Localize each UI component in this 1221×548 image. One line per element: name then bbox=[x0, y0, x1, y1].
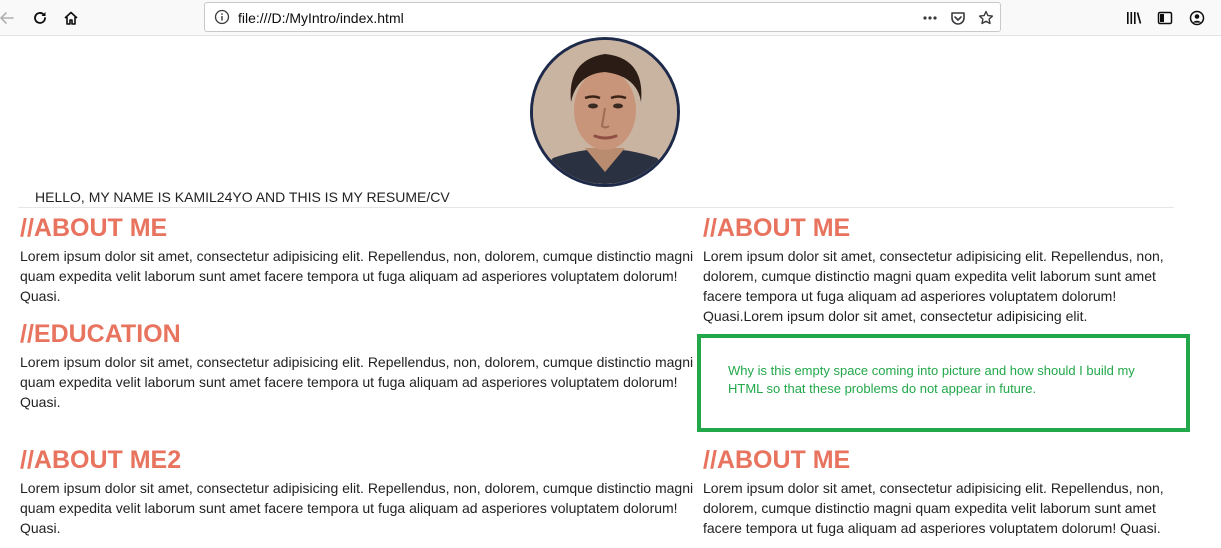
section-heading: //EDUCATION bbox=[20, 320, 181, 348]
left-section-about2: //ABOUT ME2 Lorem ipsum dolor sit amet, … bbox=[20, 445, 705, 538]
right-section-about: //ABOUT ME Lorem ipsum dolor sit amet, c… bbox=[703, 213, 1175, 326]
divider bbox=[18, 207, 1174, 208]
left-section-education: //EDUCATION Lorem ipsum dolor sit amet, … bbox=[20, 319, 705, 412]
sidebar-icon bbox=[1157, 11, 1173, 25]
browser-toolbar: file:///D:/MyIntro/index.html bbox=[0, 0, 1221, 36]
library-button[interactable] bbox=[1122, 6, 1146, 30]
section-body: Lorem ipsum dolor sit amet, consectetur … bbox=[703, 480, 1164, 536]
page-content: HELLO, MY NAME IS KAMIL24YO AND THIS IS … bbox=[0, 37, 1221, 548]
account-icon bbox=[1189, 10, 1205, 26]
ellipsis-icon bbox=[923, 16, 937, 20]
account-button[interactable] bbox=[1185, 6, 1209, 30]
back-button[interactable] bbox=[0, 6, 18, 30]
address-bar[interactable]: file:///D:/MyIntro/index.html bbox=[204, 2, 1001, 32]
reload-icon bbox=[34, 12, 46, 24]
arrow-left-icon bbox=[0, 12, 14, 24]
reload-button[interactable] bbox=[28, 6, 52, 30]
section-heading: //ABOUT ME2 bbox=[20, 446, 182, 474]
annotation-text: Why is this empty space coming into pict… bbox=[728, 363, 1135, 396]
home-icon bbox=[64, 11, 78, 25]
section-heading: //ABOUT ME bbox=[703, 214, 851, 242]
left-section-about: //ABOUT ME Lorem ipsum dolor sit amet, c… bbox=[20, 213, 705, 306]
pocket-button[interactable] bbox=[948, 8, 968, 28]
home-button[interactable] bbox=[59, 6, 83, 30]
section-heading: //ABOUT ME bbox=[20, 214, 168, 242]
section-body: Lorem ipsum dolor sit amet, consectetur … bbox=[20, 354, 694, 410]
right-section-about-2: //ABOUT ME Lorem ipsum dolor sit amet, c… bbox=[703, 445, 1175, 538]
bookmark-button[interactable] bbox=[976, 8, 996, 28]
info-icon[interactable] bbox=[214, 9, 230, 25]
star-icon bbox=[978, 10, 994, 25]
section-body: Lorem ipsum dolor sit amet, consectetur … bbox=[20, 248, 694, 304]
page-actions-button[interactable] bbox=[920, 8, 940, 28]
library-icon bbox=[1127, 12, 1142, 24]
url-text[interactable]: file:///D:/MyIntro/index.html bbox=[238, 10, 404, 26]
section-body: Lorem ipsum dolor sit amet, consectetur … bbox=[703, 248, 1164, 324]
pocket-icon bbox=[951, 12, 965, 25]
annotation-box: Why is this empty space coming into pict… bbox=[697, 334, 1190, 432]
profile-photo bbox=[530, 37, 680, 187]
section-body: Lorem ipsum dolor sit amet, consectetur … bbox=[20, 480, 694, 536]
sidebar-button[interactable] bbox=[1153, 6, 1177, 30]
section-heading: //ABOUT ME bbox=[703, 446, 851, 474]
intro-text: HELLO, MY NAME IS KAMIL24YO AND THIS IS … bbox=[35, 189, 450, 205]
